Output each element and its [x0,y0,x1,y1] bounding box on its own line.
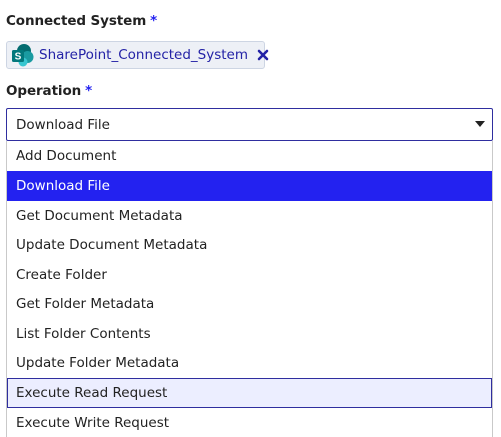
connected-system-label-text: Connected System [6,13,147,29]
option-get-folder-metadata[interactable]: Get Folder Metadata [7,289,492,319]
connected-system-chip[interactable]: S SharePoint_Connected_System [6,41,269,69]
option-update-folder-metadata[interactable]: Update Folder Metadata [7,348,492,378]
option-get-document-metadata[interactable]: Get Document Metadata [7,201,492,231]
option-create-folder[interactable]: Create Folder [7,260,492,290]
operation-label-text: Operation [6,83,82,99]
required-marker: * [150,13,158,29]
caret-down-icon [475,121,485,127]
option-execute-write-request[interactable]: Execute Write Request [7,408,492,437]
connected-system-value: SharePoint_Connected_System [39,47,249,63]
sharepoint-icon: S [9,42,35,68]
connected-system-label: Connected System * [6,13,157,29]
option-list-folder-contents[interactable]: List Folder Contents [7,319,492,349]
required-marker: * [85,83,93,99]
connected-system-form: Connected System * S SharePoint_Connected… [0,0,501,437]
operation-label: Operation * [6,83,92,99]
option-execute-read-request[interactable]: Execute Read Request [7,378,492,408]
option-download-file[interactable]: Download File [7,171,492,201]
svg-text:S: S [15,52,22,63]
operation-selected-value: Download File [16,116,110,133]
option-update-document-metadata[interactable]: Update Document Metadata [7,230,492,260]
option-add-document[interactable]: Add Document [7,141,492,171]
remove-chip-icon[interactable] [257,48,269,62]
operation-dropdown-list: Add Document Download File Get Document … [6,141,493,437]
operation-select[interactable]: Download File [6,108,493,141]
